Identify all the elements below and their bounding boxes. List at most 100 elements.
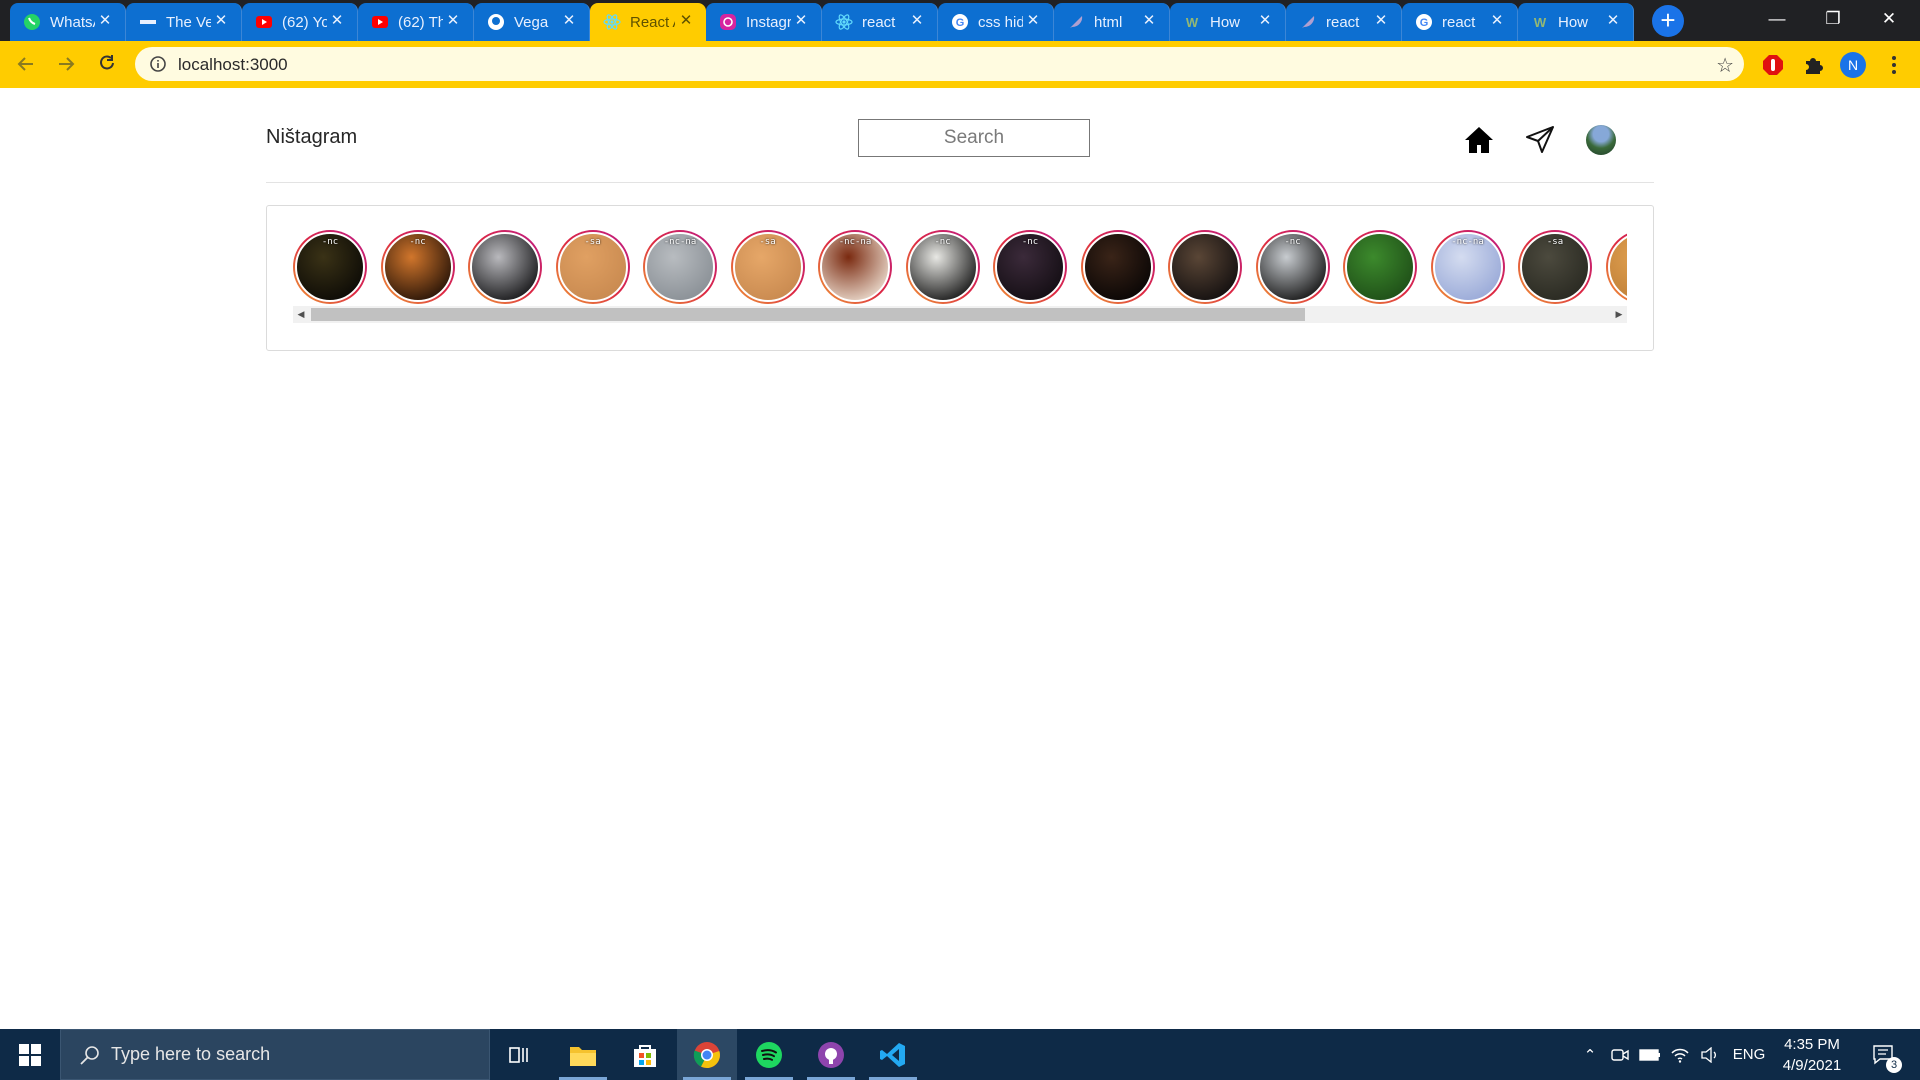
direct-messages-button[interactable]	[1523, 123, 1557, 157]
minimize-button[interactable]: —	[1754, 4, 1800, 34]
chrome-button[interactable]	[677, 1029, 737, 1080]
tab-close-icon[interactable]: ✕	[792, 12, 810, 30]
wifi-icon[interactable]	[1666, 1029, 1694, 1080]
user-avatar	[1586, 125, 1616, 155]
back-button[interactable]	[10, 48, 42, 80]
new-tab-button[interactable]: +	[1652, 5, 1684, 37]
battery-icon[interactable]	[1636, 1029, 1664, 1080]
show-hidden-icons-button[interactable]: ⌃	[1578, 1029, 1602, 1080]
story-image-caption: -nc	[1284, 237, 1301, 247]
github-icon	[818, 1041, 844, 1068]
story-avatar[interactable]: -sa	[730, 230, 805, 304]
info-icon[interactable]	[149, 55, 167, 73]
app-logo[interactable]: Ništagram	[266, 126, 357, 149]
stories-scrollbar[interactable]: ◀ ▶	[293, 306, 1627, 323]
volume-icon[interactable]	[1696, 1029, 1724, 1080]
browser-tab-strip: WhatsApp✕The Verge✕(62) YouTube✕(62) The…	[0, 0, 1920, 41]
language-indicator[interactable]: ENG	[1728, 1029, 1770, 1080]
whatsapp-icon	[23, 13, 41, 31]
browser-tab[interactable]: react ✕	[1286, 3, 1402, 41]
browser-tab[interactable]: html ✕	[1054, 3, 1170, 41]
home-icon	[1465, 127, 1493, 153]
story-avatar[interactable]: -nc	[993, 230, 1067, 304]
nistagram-app: Ništagram -nc-nc-sa-nc-na-sa-nc-na-nc-nc…	[0, 88, 1920, 1029]
tab-close-icon[interactable]: ✕	[1256, 12, 1274, 30]
browser-tab[interactable]: Gcss hide✕	[938, 3, 1054, 41]
story-avatar[interactable]: -nc	[1255, 230, 1330, 304]
scroll-left-arrow[interactable]: ◀	[293, 306, 309, 323]
address-bar[interactable]: localhost:3000 ☆	[135, 47, 1744, 81]
adblock-extension-icon[interactable]	[1759, 51, 1787, 79]
tab-close-icon[interactable]: ✕	[1024, 12, 1042, 30]
browser-tab[interactable]: react ✕	[822, 3, 938, 41]
clock-date: 4/9/2021	[1782, 1057, 1842, 1074]
browser-tab[interactable]: (62) YouTube✕	[242, 3, 358, 41]
browser-tab[interactable]: WhatsApp✕	[10, 3, 126, 41]
browser-tab[interactable]: W How ✕	[1518, 3, 1634, 41]
story-avatar[interactable]: -nc-na	[1430, 230, 1505, 304]
browser-tab[interactable]: The Verge✕	[126, 3, 242, 41]
tab-close-icon[interactable]: ✕	[677, 12, 695, 30]
address-text[interactable]: localhost:3000	[178, 55, 288, 75]
story-avatar[interactable]: -nc	[380, 230, 455, 304]
stories-row[interactable]: -nc -nc -sa -nc-na -sa -nc-na -nc -nc -nc -nc-na -…	[293, 230, 1627, 304]
file-explorer-button[interactable]	[553, 1029, 613, 1080]
tab-close-icon[interactable]: ✕	[908, 12, 926, 30]
browser-tab[interactable]: Vega ✕	[474, 3, 590, 41]
system-clock[interactable]: 4:35 PM 4/9/2021	[1776, 1034, 1848, 1076]
story-avatar[interactable]: -nc	[905, 230, 980, 304]
browser-tab[interactable]: React App✕	[590, 3, 706, 41]
story-avatar[interactable]: -sa	[1518, 230, 1592, 304]
tab-close-icon[interactable]: ✕	[560, 12, 578, 30]
story-avatar[interactable]	[468, 230, 542, 304]
tab-close-icon[interactable]: ✕	[96, 12, 114, 30]
extensions-puzzle-icon[interactable]	[1799, 51, 1827, 79]
search-input[interactable]	[858, 119, 1090, 157]
scroll-right-arrow[interactable]: ▶	[1611, 306, 1627, 323]
browser-menu-icon[interactable]	[1880, 51, 1908, 79]
bookmark-star-icon[interactable]: ☆	[1716, 53, 1734, 78]
taskbar-search-box[interactable]: Type here to search	[60, 1029, 490, 1080]
story-avatar[interactable]: -sa	[555, 230, 630, 304]
story-avatar[interactable]	[1605, 230, 1627, 304]
story-image-caption: -nc	[409, 237, 426, 247]
browser-tab[interactable]: Instagram✕	[706, 3, 822, 41]
browser-tab[interactable]: (62) The✕	[358, 3, 474, 41]
story-avatar[interactable]: -nc-na	[818, 230, 892, 304]
forward-button[interactable]	[50, 48, 82, 80]
home-button[interactable]	[1462, 123, 1496, 157]
restore-button[interactable]: ❐	[1810, 4, 1856, 34]
story-image: -nc	[295, 232, 365, 302]
profile-avatar[interactable]: N	[1839, 51, 1867, 79]
tab-close-icon[interactable]: ✕	[328, 12, 346, 30]
profile-button[interactable]	[1584, 123, 1618, 157]
tab-close-icon[interactable]: ✕	[1488, 12, 1506, 30]
meet-now-icon[interactable]	[1606, 1029, 1634, 1080]
start-button[interactable]	[0, 1029, 60, 1080]
story-avatar[interactable]: -nc-na	[643, 230, 717, 304]
close-window-button[interactable]: ✕	[1866, 4, 1912, 34]
task-view-button[interactable]	[490, 1029, 550, 1080]
store-button[interactable]	[615, 1029, 675, 1080]
scrollbar-thumb[interactable]	[311, 308, 1305, 321]
reload-button[interactable]	[91, 48, 123, 80]
action-center-button[interactable]: 3	[1862, 1029, 1906, 1080]
story-avatar[interactable]	[1080, 230, 1155, 304]
tab-close-icon[interactable]: ✕	[1372, 12, 1390, 30]
tab-title: (62) The	[398, 13, 443, 31]
google-icon: G	[951, 13, 969, 31]
github-desktop-button[interactable]	[801, 1029, 861, 1080]
story-avatar[interactable]	[1168, 230, 1242, 304]
browser-toolbar: localhost:3000 ☆ N	[0, 41, 1920, 129]
browser-tab[interactable]: W How ✕	[1170, 3, 1286, 41]
tab-close-icon[interactable]: ✕	[1604, 12, 1622, 30]
spotify-button[interactable]	[739, 1029, 799, 1080]
story-avatar[interactable]: -nc	[293, 230, 367, 304]
vscode-button[interactable]	[863, 1029, 923, 1080]
story-avatar[interactable]	[1343, 230, 1417, 304]
tab-close-icon[interactable]: ✕	[444, 12, 462, 30]
tab-close-icon[interactable]: ✕	[1140, 12, 1158, 30]
tab-close-icon[interactable]: ✕	[212, 12, 230, 30]
story-image	[1607, 232, 1627, 302]
browser-tab[interactable]: Greact ✕	[1402, 3, 1518, 41]
